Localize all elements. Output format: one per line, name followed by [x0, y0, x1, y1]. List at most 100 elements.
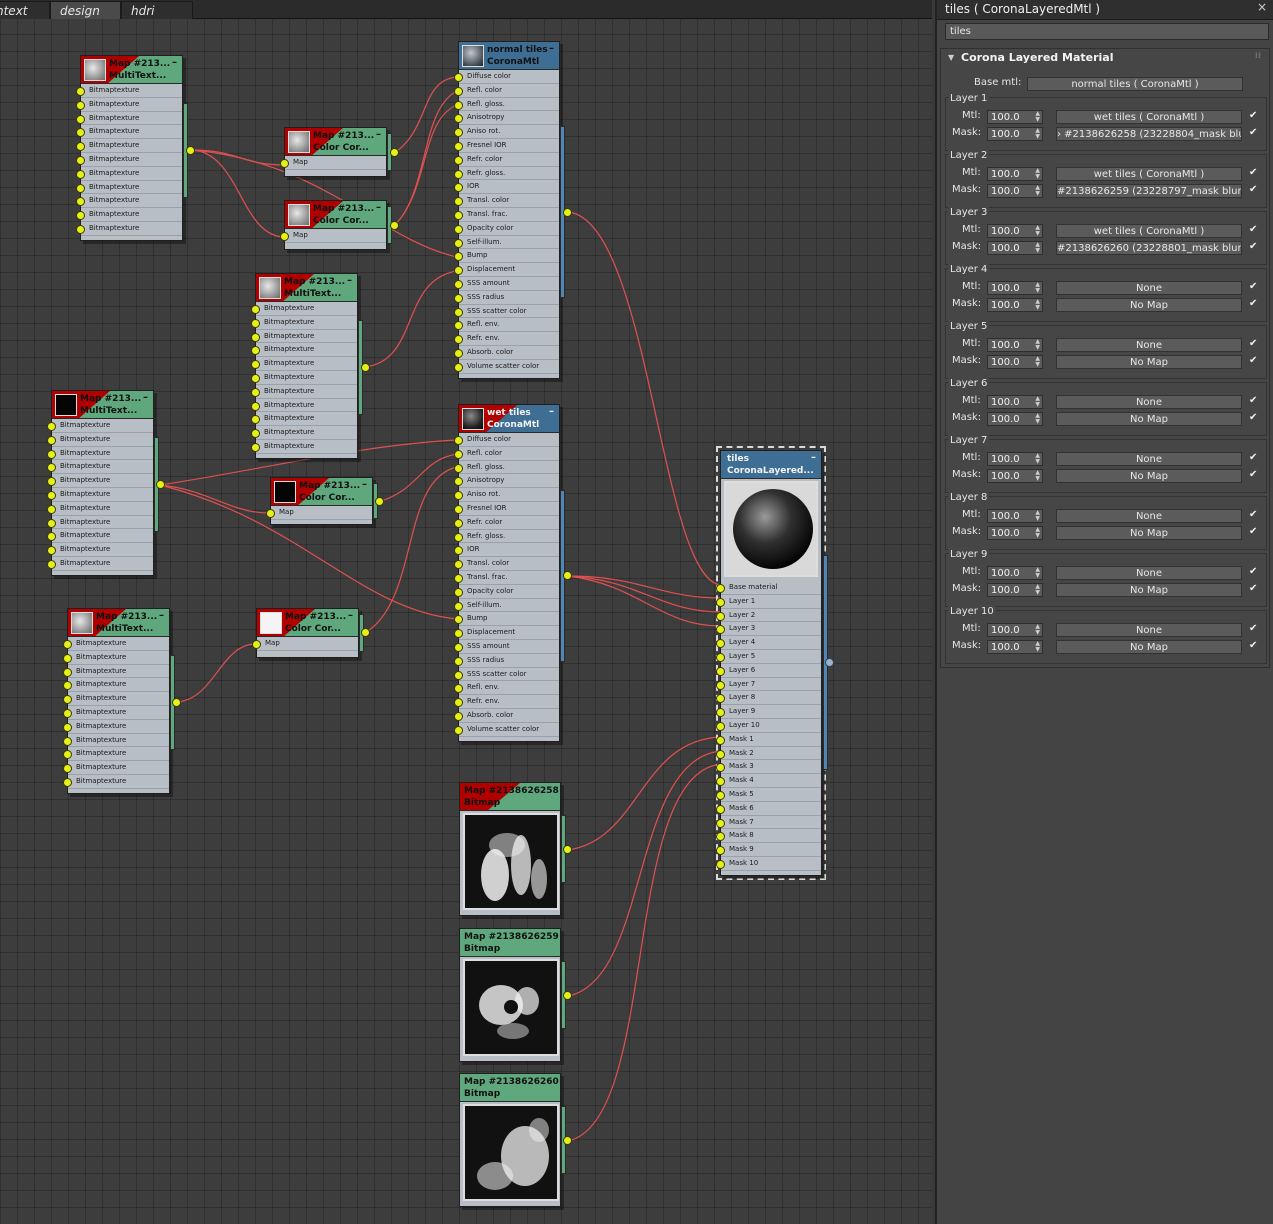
- input-socket[interactable]: [251, 387, 260, 397]
- layer-mask-checkbox[interactable]: ✔: [1249, 641, 1259, 651]
- spinner-arrows-icon[interactable]: ▲ ▼: [1035, 567, 1040, 579]
- spinner-arrows-icon[interactable]: ▲ ▼: [1035, 527, 1040, 539]
- mtl-amount-spinner[interactable]: 100.0 ▲ ▼: [987, 224, 1043, 238]
- input-socket[interactable]: [280, 232, 289, 241]
- input-socket[interactable]: [76, 155, 85, 165]
- input-slot[interactable]: Transl. frac.: [454, 571, 559, 585]
- mask-amount-spinner[interactable]: 100.0 ▲ ▼: [987, 640, 1043, 654]
- input-socket[interactable]: [454, 560, 463, 570]
- mtl-amount-spinner[interactable]: 100.0 ▲ ▼: [987, 281, 1043, 295]
- output-socket[interactable]: [361, 363, 370, 372]
- input-socket[interactable]: [454, 293, 463, 303]
- input-slot[interactable]: Layer 10: [716, 719, 821, 733]
- input-socket[interactable]: [63, 708, 72, 718]
- input-socket[interactable]: [63, 667, 72, 677]
- input-slot[interactable]: Refl. gloss.: [454, 461, 559, 475]
- input-socket[interactable]: [454, 698, 463, 708]
- input-slot[interactable]: Bitmaptexture: [251, 316, 357, 330]
- input-slot[interactable]: Bitmaptexture: [63, 637, 169, 651]
- input-socket[interactable]: [454, 86, 463, 96]
- multitexture-node-2[interactable]: Map #213... MultiText... – Bitmaptexture B…: [251, 273, 358, 459]
- mask-amount-spinner[interactable]: 100.0 ▲ ▼: [987, 184, 1043, 198]
- mtl-amount-spinner[interactable]: 100.0 ▲ ▼: [987, 338, 1043, 352]
- input-socket[interactable]: [716, 790, 725, 800]
- input-slot[interactable]: Displacement: [454, 626, 559, 640]
- input-slot[interactable]: Anisotropy: [454, 474, 559, 489]
- layer-mask-checkbox[interactable]: ✔: [1249, 527, 1259, 537]
- minimize-icon[interactable]: –: [376, 202, 381, 213]
- input-slot[interactable]: SSS radius: [454, 291, 559, 305]
- input-socket[interactable]: [251, 401, 260, 411]
- color-correction-node-3[interactable]: Map #213... Color Cor... – Map: [266, 477, 373, 525]
- input-socket[interactable]: [47, 477, 56, 487]
- minimize-icon[interactable]: –: [376, 129, 381, 140]
- input-socket[interactable]: [454, 711, 463, 721]
- spinner-arrows-icon[interactable]: ▲ ▼: [1035, 225, 1040, 237]
- input-slot[interactable]: Bitmaptexture: [76, 181, 182, 195]
- input-slot[interactable]: Aniso rot.: [454, 125, 559, 139]
- input-slot[interactable]: Layer 8: [716, 691, 821, 706]
- bitmap-node-2138626259[interactable]: Map #2138626259 Bitmap: [459, 928, 561, 1062]
- output-socket[interactable]: [172, 698, 181, 707]
- layer-mtl-button[interactable]: None: [1056, 623, 1242, 637]
- input-socket[interactable]: [63, 681, 72, 691]
- input-slot[interactable]: Mask 9: [716, 843, 821, 857]
- input-slot[interactable]: Layer 6: [716, 664, 821, 678]
- spinner-arrows-icon[interactable]: ▲ ▼: [1035, 282, 1040, 294]
- input-socket[interactable]: [454, 197, 463, 207]
- input-socket[interactable]: [251, 305, 260, 314]
- input-socket[interactable]: [454, 684, 463, 694]
- input-socket[interactable]: [454, 725, 463, 735]
- input-socket[interactable]: [454, 238, 463, 248]
- input-slot[interactable]: Refl. gloss.: [454, 98, 559, 112]
- color-correction-node-1[interactable]: Map #213... Color Cor... – Map: [280, 127, 387, 177]
- input-socket[interactable]: [716, 694, 725, 704]
- input-slot[interactable]: Opacity color: [454, 585, 559, 599]
- input-socket[interactable]: [76, 100, 85, 110]
- layer-mtl-button[interactable]: None: [1056, 395, 1242, 409]
- spinner-arrows-icon[interactable]: ▲ ▼: [1035, 168, 1040, 180]
- input-slot[interactable]: Mask 6: [716, 802, 821, 816]
- node-header[interactable]: Map #2138626259 Bitmap: [460, 929, 560, 957]
- input-slot[interactable]: Volume scatter color: [454, 723, 559, 737]
- input-socket[interactable]: [251, 332, 260, 342]
- layer-mask-button[interactable]: No Map: [1056, 412, 1242, 426]
- layer-mask-button[interactable]: No Map: [1056, 355, 1242, 369]
- input-slot[interactable]: Map: [280, 156, 386, 170]
- layer-mtl-button[interactable]: None: [1056, 338, 1242, 352]
- input-socket[interactable]: [454, 477, 463, 487]
- input-slot[interactable]: SSS scatter color: [454, 305, 559, 319]
- input-slot[interactable]: Bitmaptexture: [76, 98, 182, 112]
- input-socket[interactable]: [716, 735, 725, 745]
- input-socket[interactable]: [47, 504, 56, 514]
- input-slot[interactable]: Layer 7: [716, 678, 821, 692]
- close-icon[interactable]: ×: [1257, 0, 1267, 14]
- spinner-arrows-icon[interactable]: ▲ ▼: [1035, 242, 1040, 254]
- minimize-icon[interactable]: –: [549, 43, 554, 54]
- minimize-icon[interactable]: –: [549, 406, 554, 417]
- input-socket[interactable]: [454, 183, 463, 193]
- mtl-amount-spinner[interactable]: 100.0 ▲ ▼: [987, 167, 1043, 181]
- node-header[interactable]: Map #213... Color Cor... –: [285, 201, 386, 229]
- input-slot[interactable]: Transl. color: [454, 557, 559, 571]
- node-header[interactable]: Map #213... Color Cor... –: [257, 609, 358, 637]
- mtl-amount-spinner[interactable]: 100.0 ▲ ▼: [987, 509, 1043, 523]
- input-socket[interactable]: [63, 764, 72, 774]
- input-slot[interactable]: Bitmaptexture: [47, 543, 153, 557]
- minimize-icon[interactable]: –: [143, 392, 148, 403]
- input-slot[interactable]: Mask 2: [716, 747, 821, 761]
- input-slot[interactable]: SSS amount: [454, 640, 559, 654]
- output-socket[interactable]: [375, 497, 384, 506]
- output-socket[interactable]: [563, 991, 572, 1000]
- corona-mtl-node-normal-tiles[interactable]: normal tiles CoronaMtl – Diffuse color Ref…: [454, 41, 560, 379]
- input-slot[interactable]: IOR: [454, 543, 559, 558]
- input-socket[interactable]: [716, 584, 725, 593]
- input-socket[interactable]: [251, 415, 260, 425]
- minimize-icon[interactable]: –: [811, 452, 816, 463]
- input-socket[interactable]: [63, 736, 72, 746]
- input-slot[interactable]: Bitmaptexture: [76, 167, 182, 181]
- layer-mtl-checkbox[interactable]: ✔: [1249, 111, 1259, 121]
- input-socket[interactable]: [454, 601, 463, 611]
- input-slot[interactable]: Mask 7: [716, 816, 821, 830]
- input-socket[interactable]: [716, 639, 725, 649]
